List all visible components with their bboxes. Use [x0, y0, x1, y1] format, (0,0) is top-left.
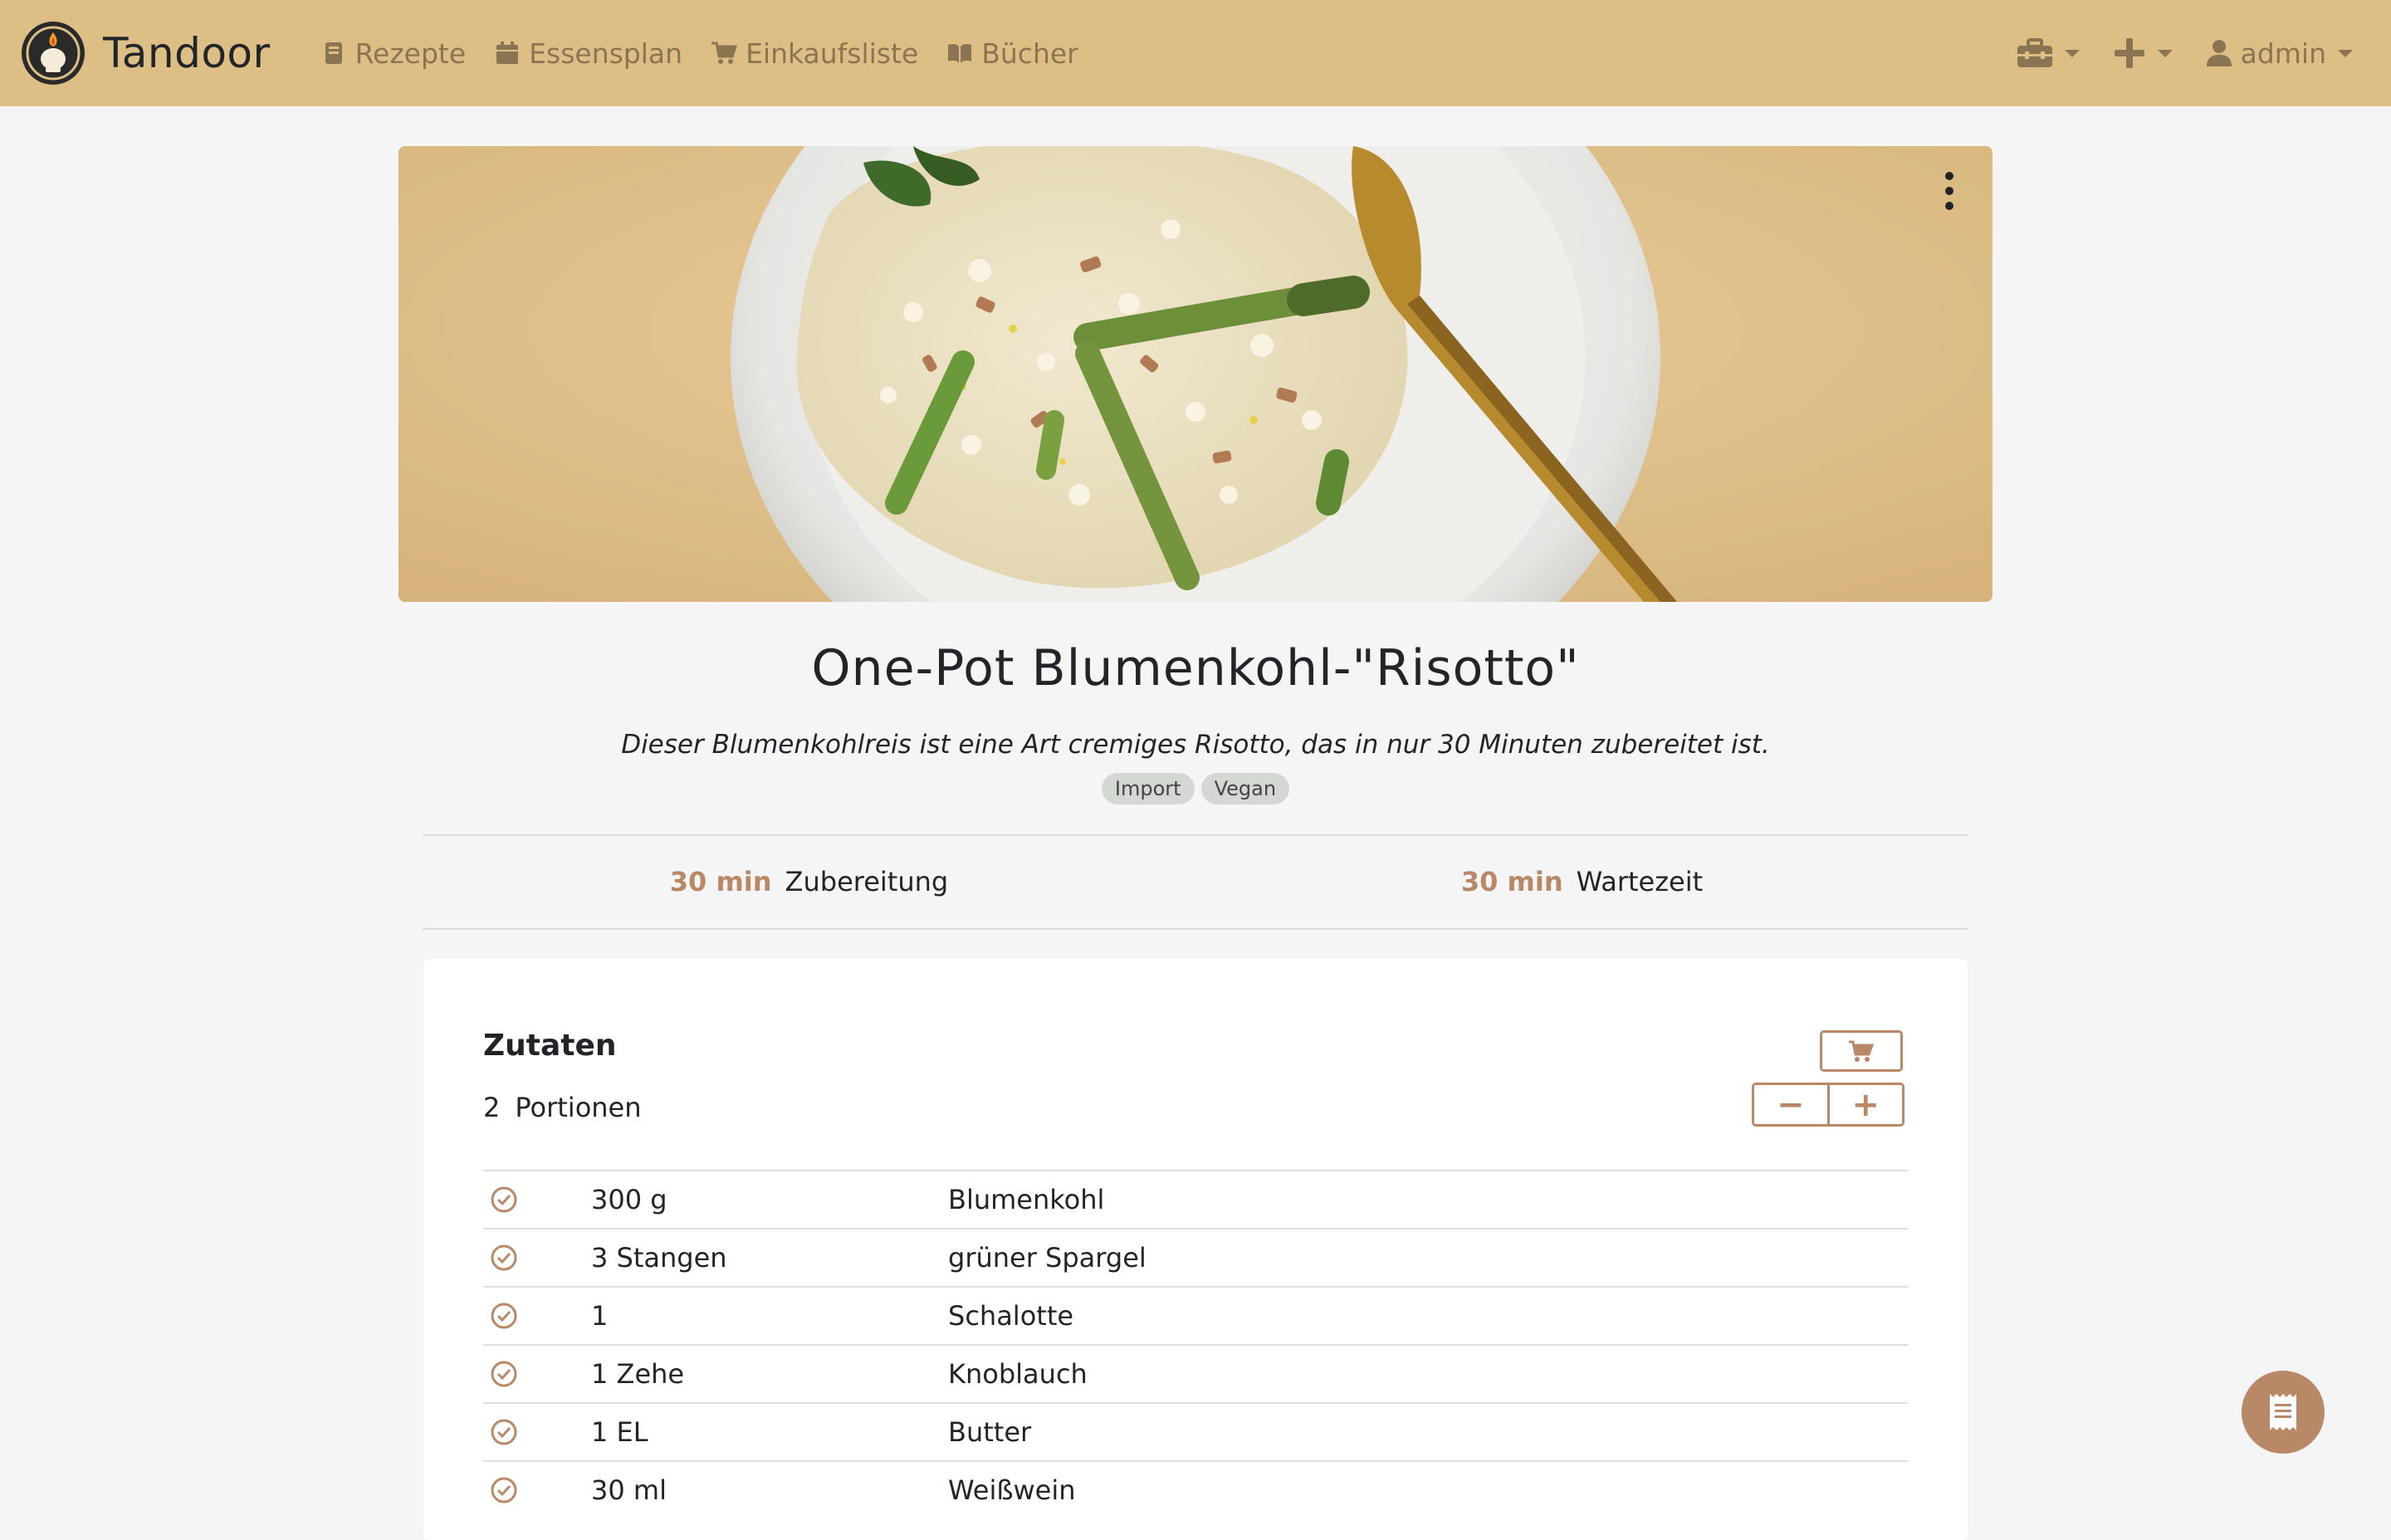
- ingredients-card: Zutaten 2 Portionen − + 300 g Blumenkohl …: [423, 959, 1968, 1540]
- check-circle-icon[interactable]: [483, 1476, 591, 1504]
- ingredient-name: Butter: [948, 1416, 1032, 1448]
- working-time: 30 min Zubereitung: [423, 835, 1196, 928]
- decrease-servings-button[interactable]: −: [1754, 1085, 1827, 1124]
- nav-link-label: Rezepte: [354, 37, 467, 70]
- ingredient-row: 300 g Blumenkohl: [483, 1170, 1908, 1228]
- ingredient-amount: 1: [591, 1300, 609, 1332]
- nav-link-shopping[interactable]: Einkaufsliste: [711, 37, 918, 70]
- ingredient-row: 1 EL Butter: [483, 1402, 1908, 1460]
- tandoor-logo-icon: [22, 22, 85, 85]
- servings-count: 2: [483, 1092, 501, 1123]
- brand-link[interactable]: Tandoor: [22, 0, 271, 106]
- ingredient-row: 1 Schalotte: [483, 1286, 1908, 1344]
- ingredient-row: 1 Zehe Knoblauch: [483, 1344, 1908, 1402]
- waiting-time: 30 min Wartezeit: [1196, 835, 1968, 928]
- nav-link-label: Essensplan: [529, 37, 683, 70]
- ingredient-amount: 3 Stangen: [591, 1242, 727, 1274]
- user-dropdown[interactable]: admin: [2206, 37, 2353, 70]
- ingredients-title: Zutaten: [483, 1029, 617, 1063]
- check-circle-icon[interactable]: [483, 1302, 591, 1330]
- user-icon: [2206, 40, 2232, 66]
- nav-link-label: Bücher: [981, 37, 1078, 70]
- check-circle-icon[interactable]: [483, 1186, 591, 1214]
- chevron-down-icon: [2157, 49, 2173, 57]
- servings-stepper: − +: [1752, 1083, 1904, 1127]
- open-book-icon: [948, 43, 972, 63]
- ingredient-amount: 300 g: [591, 1184, 667, 1215]
- check-circle-icon[interactable]: [483, 1244, 591, 1272]
- add-dropdown[interactable]: [2113, 37, 2173, 70]
- increase-servings-button[interactable]: +: [1826, 1085, 1902, 1124]
- ingredient-row: 30 ml Weißwein: [483, 1460, 1908, 1518]
- ingredient-amount: 30 ml: [591, 1474, 667, 1506]
- cart-icon: [1849, 1040, 1875, 1062]
- ingredient-row: 3 Stangen grüner Spargel: [483, 1228, 1908, 1286]
- calendar-icon: [496, 42, 519, 64]
- recipe-image: [398, 146, 1992, 602]
- recipe-menu-icon[interactable]: [1939, 171, 1959, 211]
- working-time-label: Zubereitung: [785, 866, 949, 897]
- top-navbar: Tandoor Rezepte Essensplan Einkaufsliste…: [0, 0, 2391, 106]
- ingredient-amount: 1 EL: [591, 1416, 648, 1448]
- ingredient-name: Blumenkohl: [948, 1184, 1105, 1215]
- user-name: admin: [2240, 37, 2326, 70]
- nav-link-books[interactable]: Bücher: [946, 37, 1078, 70]
- toolbox-icon: [2017, 38, 2052, 67]
- check-circle-icon[interactable]: [483, 1418, 591, 1446]
- keyword-badge[interactable]: Vegan: [1200, 773, 1290, 804]
- ingredient-table: 300 g Blumenkohl 3 Stangen grüner Sparge…: [483, 1170, 1908, 1518]
- recipe-title: One-Pot Blumenkohl-"Risotto": [811, 639, 1580, 697]
- nav-link-recipes[interactable]: Rezepte: [320, 37, 467, 70]
- receipt-icon: [2270, 1394, 2296, 1430]
- chevron-down-icon: [2064, 49, 2080, 57]
- ingredient-name: Weißwein: [948, 1474, 1076, 1506]
- keyword-list: Import Vegan: [0, 773, 2391, 804]
- recipe-times: 30 min Zubereitung 30 min Wartezeit: [423, 835, 1968, 928]
- nav-link-mealplan[interactable]: Essensplan: [494, 37, 682, 70]
- book-icon: [325, 42, 342, 64]
- receipt-fab-button[interactable]: [2242, 1371, 2325, 1454]
- servings-label: Portionen: [515, 1092, 642, 1123]
- ingredient-amount: 1 Zehe: [591, 1358, 685, 1390]
- ingredient-name: Knoblauch: [948, 1358, 1088, 1390]
- cart-icon: [711, 42, 738, 64]
- toolbox-dropdown[interactable]: [2017, 38, 2080, 68]
- plus-icon: [2114, 38, 2144, 68]
- nav-link-label: Einkaufsliste: [746, 37, 919, 70]
- add-to-shopping-button[interactable]: [1820, 1030, 1903, 1072]
- working-time-value: 30 min: [669, 866, 772, 897]
- check-circle-icon[interactable]: [483, 1360, 591, 1388]
- ingredient-name: Schalotte: [948, 1300, 1074, 1332]
- waiting-time-value: 30 min: [1460, 866, 1563, 897]
- ingredient-name: grüner Spargel: [948, 1242, 1147, 1274]
- chevron-down-icon: [2338, 49, 2353, 57]
- brand-name: Tandoor: [103, 29, 271, 77]
- divider: [423, 928, 1968, 930]
- waiting-time-label: Wartezeit: [1576, 866, 1704, 897]
- keyword-badge[interactable]: Import: [1101, 773, 1195, 804]
- recipe-description: Dieser Blumenkohlreis ist eine Art cremi…: [621, 730, 1770, 760]
- servings: 2 Portionen: [483, 1092, 657, 1123]
